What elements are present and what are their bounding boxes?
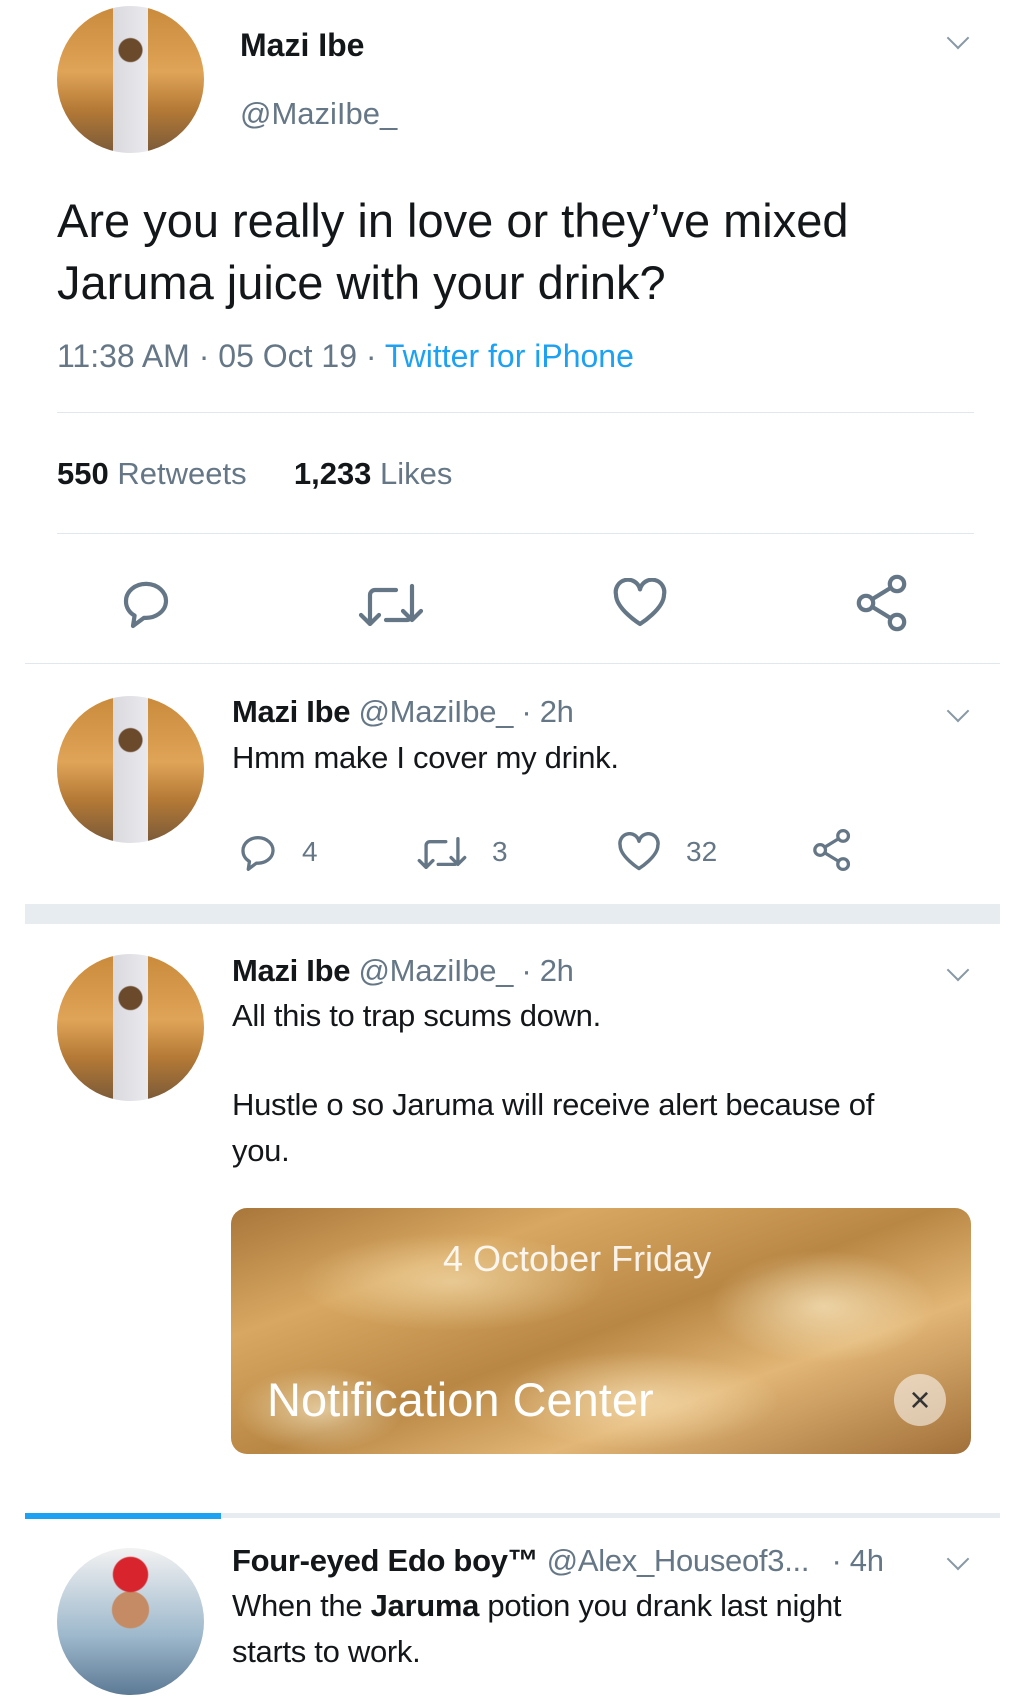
author-name[interactable]: Mazi Ibe — [232, 694, 350, 729]
tweet-date: 05 Oct 19 — [218, 338, 358, 374]
reply-text-line: Hustle o so Jaruma will receive alert be… — [232, 1087, 875, 1122]
avatar[interactable] — [57, 954, 204, 1101]
avatar[interactable] — [57, 1548, 204, 1695]
retweet-icon[interactable] — [417, 834, 467, 869]
meta-separator: · — [357, 338, 385, 374]
media-title: Notification Center — [267, 1373, 654, 1426]
section-separator — [25, 904, 1000, 924]
tweet-text-line: Jaruma juice with your drink? — [57, 256, 666, 309]
author-handle[interactable]: @Alex_Houseof3... — [547, 1543, 810, 1578]
media-image[interactable]: 4 October Friday Notification Center × — [231, 1208, 971, 1454]
tweet-time: 11:38 AM — [57, 338, 190, 374]
reply-header: Mazi Ibe @MaziIbe_ · 2h — [232, 953, 574, 989]
tweet-age: · 4h — [831, 1543, 884, 1578]
divider — [57, 412, 974, 413]
retweet-icon[interactable] — [358, 580, 424, 626]
like-icon[interactable] — [612, 578, 668, 628]
divider — [57, 533, 974, 534]
tweet-source-link[interactable]: Twitter for iPhone — [385, 338, 634, 374]
reply-text-line: All this to trap scums down. — [232, 998, 601, 1033]
tweet-age: · 2h — [521, 694, 574, 729]
avatar[interactable] — [57, 6, 204, 153]
progress-indicator — [25, 1513, 221, 1519]
retweets-stat[interactable]: 550 Retweets — [57, 456, 247, 491]
author-handle[interactable]: @MaziIbe_ — [359, 694, 514, 729]
reply-icon[interactable] — [118, 577, 174, 629]
meta-separator: · — [189, 338, 219, 374]
tweet-stats: 550 Retweets 1,233 Likes — [57, 456, 452, 492]
share-icon[interactable] — [855, 574, 909, 632]
likes-stat[interactable]: 1,233 Likes — [294, 456, 453, 491]
divider — [25, 663, 1000, 664]
like-icon[interactable] — [617, 832, 661, 872]
tweet-meta: 11:38 AM · 05 Oct 19 · Twitter for iPhon… — [57, 338, 634, 375]
reply-text-line: When the Jaruma potion you drank last ni… — [232, 1588, 842, 1623]
reply-text-line: starts to work. — [232, 1634, 421, 1669]
author-name[interactable]: Four-eyed Edo boy™ — [232, 1543, 539, 1578]
like-count: 32 — [686, 836, 718, 867]
chevron-down-icon[interactable] — [946, 26, 970, 50]
author-name[interactable]: Mazi Ibe — [240, 27, 364, 64]
close-icon[interactable]: × — [894, 1374, 946, 1426]
reply-text-line: you. — [232, 1133, 290, 1168]
reply-count: 4 — [302, 836, 318, 867]
media-date: 4 October Friday — [443, 1238, 712, 1279]
chevron-down-icon[interactable] — [946, 958, 970, 982]
author-handle[interactable]: @MaziIbe_ — [240, 96, 397, 132]
author-handle[interactable]: @MaziIbe_ — [359, 953, 514, 988]
reply-header: Four-eyed Edo boy™ @Alex_Houseof3... · 4… — [232, 1543, 884, 1579]
chevron-down-icon[interactable] — [946, 699, 970, 723]
avatar[interactable] — [57, 696, 204, 843]
tweet-text: Are you really in love or they’ve mixed … — [57, 190, 1007, 314]
reply-icon[interactable] — [237, 832, 279, 872]
reply-text: Hmm make I cover my drink. — [232, 740, 619, 775]
retweet-count: 3 — [492, 836, 508, 867]
author-name[interactable]: Mazi Ibe — [232, 953, 350, 988]
reply-header: Mazi Ibe @MaziIbe_ · 2h — [232, 694, 574, 730]
bold-keyword: Jaruma — [370, 1588, 480, 1623]
chevron-down-icon[interactable] — [946, 1547, 970, 1571]
tweet-text-line: Are you really in love or they’ve mixed — [57, 194, 849, 247]
share-icon[interactable] — [812, 828, 852, 872]
tweet-age: · 2h — [521, 953, 574, 988]
